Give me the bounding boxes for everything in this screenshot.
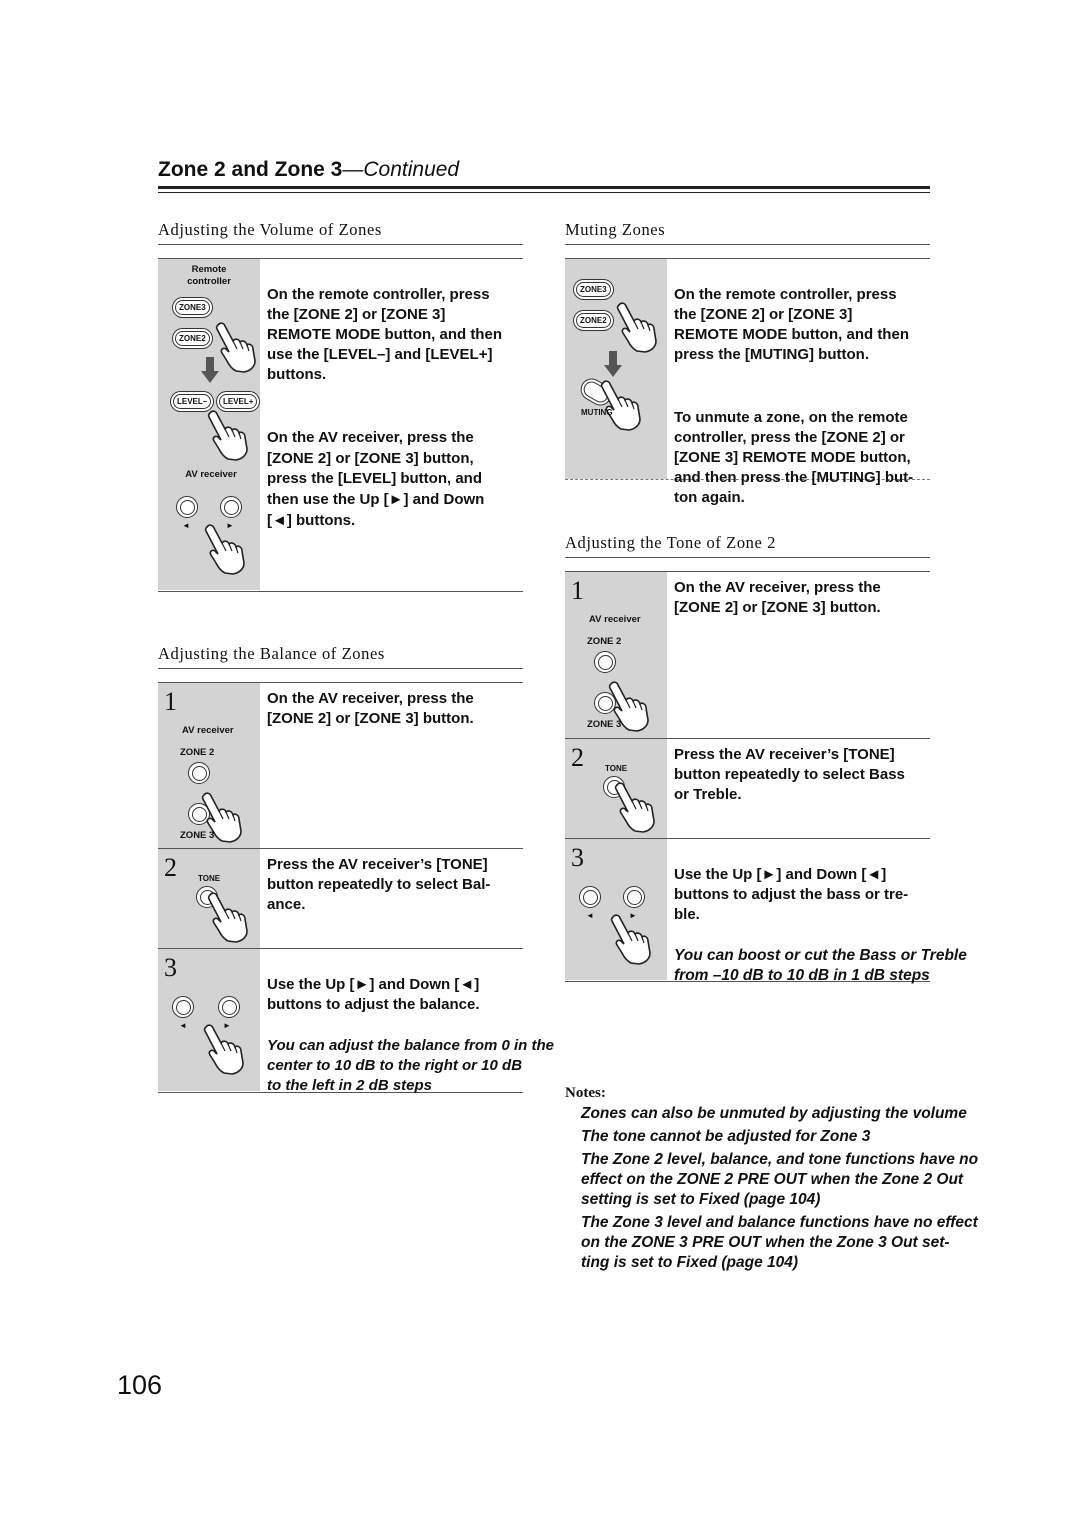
balance-step2-illustration: 2 TONE xyxy=(158,849,260,949)
level-minus-button-icon: LEVEL– xyxy=(173,394,212,409)
section-heading-muting: Muting Zones xyxy=(565,220,930,245)
balance-step-2: 2 TONE Press the AV receiver’s [TONE] bu… xyxy=(158,848,523,949)
up-knob-icon xyxy=(623,886,645,908)
tone-label: TONE xyxy=(198,874,221,883)
muting-illustration: ZONE3 ZONE2 MUTING xyxy=(565,259,667,479)
tone-label: TONE xyxy=(605,764,628,773)
muting-instructions: On the remote controller, press the [ZON… xyxy=(674,265,974,528)
volume-illustration: Remote controller ZONE3 ZONE2 LEVEL– LEV… xyxy=(158,259,260,590)
step-number: 1 xyxy=(571,576,584,605)
av-receiver-label: AV receiver xyxy=(589,614,641,625)
zone3-label: ZONE 3 xyxy=(180,830,215,841)
left-arrow-icon: ◄ xyxy=(179,1021,187,1030)
note-item: The Zone 3 level and balance functions h… xyxy=(581,1214,978,1271)
down-knob-icon xyxy=(176,496,198,518)
notes-heading: Notes: xyxy=(565,1085,606,1101)
tone-step2-illustration: 2 TONE xyxy=(565,739,667,839)
hand-press-icon xyxy=(609,913,651,965)
balance-step1-illustration: 1 AV receiver ZONE 2 ZONE 3 xyxy=(158,683,260,849)
hand-press-icon xyxy=(214,321,256,373)
tone-step1-illustration: 1 AV receiver ZONE 2 ZONE 3 xyxy=(565,572,667,739)
step-text: On the AV receiver, press the [ZONE 2] o… xyxy=(674,579,881,616)
page-title: Zone 2 and Zone 3—Continued xyxy=(158,158,459,182)
down-arrow-icon xyxy=(206,357,214,371)
hand-press-icon xyxy=(599,379,641,431)
title-continued: —Continued xyxy=(342,158,460,181)
tone-step-2: 2 TONE Press the AV receiver’s [TONE] bu… xyxy=(565,738,930,839)
step-text: Use the Up [►] and Down [◄] buttons to a… xyxy=(674,866,909,923)
page-number: 106 xyxy=(117,1370,163,1400)
down-knob-icon xyxy=(579,886,601,908)
balance-step3-illustration: 3 ◄ ► xyxy=(158,949,260,1091)
tone-step-3: 3 ◄ ► Use the Up [►] and Down [◄] button… xyxy=(565,838,967,984)
volume-receiver-text: On the AV receiver, press the [ZONE 2] o… xyxy=(267,429,485,529)
down-arrow-head xyxy=(604,365,622,377)
step-number: 1 xyxy=(164,687,177,716)
hand-press-icon xyxy=(206,409,248,461)
step-text: Use the Up [►] and Down [◄] buttons to a… xyxy=(267,976,480,1013)
step-number: 3 xyxy=(571,843,584,872)
step-text-block: Use the Up [►] and Down [◄] buttons to a… xyxy=(674,845,994,1006)
volume-box: Remote controller ZONE3 ZONE2 LEVEL– LEV… xyxy=(158,258,523,592)
left-arrow-icon: ◄ xyxy=(182,521,190,530)
section-heading-balance: Adjusting the Balance of Zones xyxy=(158,644,523,669)
balance-step-1: 1 AV receiver ZONE 2 ZONE 3 On the AV re… xyxy=(158,682,523,849)
notes: Notes: Zones can also be unmuted by adju… xyxy=(565,1085,1005,1276)
title-text: Zone 2 and Zone 3 xyxy=(158,158,343,181)
muting-box: ZONE3 ZONE2 MUTING On the remote control… xyxy=(565,258,930,506)
zone3-button-icon: ZONE3 xyxy=(576,282,611,297)
down-arrow-head xyxy=(201,371,219,383)
down-knob-icon xyxy=(172,996,194,1018)
step-text-block: Use the Up [►] and Down [◄] buttons to a… xyxy=(267,955,587,1116)
step-text: Press the AV receiver’s [TONE] button re… xyxy=(674,746,905,803)
note-item: Zones can also be unmuted by adjusting t… xyxy=(581,1105,967,1122)
muting-text: On the remote controller, press the [ZON… xyxy=(674,286,909,363)
hand-press-icon xyxy=(615,301,657,353)
volume-remote-text: On the remote controller, press the [ZON… xyxy=(267,286,502,383)
step-note: You can boost or cut the Bass or Treble … xyxy=(674,947,967,984)
section-heading-tone: Adjusting the Tone of Zone 2 xyxy=(565,533,930,558)
up-knob-icon xyxy=(218,996,240,1018)
zone2-knob-icon xyxy=(188,762,210,784)
zone2-knob-icon xyxy=(594,651,616,673)
zone2-label: ZONE 2 xyxy=(180,747,215,758)
hand-press-icon xyxy=(203,523,245,575)
title-rule-thick xyxy=(158,186,930,189)
zone2-button-icon: ZONE2 xyxy=(175,331,210,346)
left-arrow-icon: ◄ xyxy=(586,911,594,920)
step-number: 3 xyxy=(164,953,177,982)
step-note: You can adjust the balance from 0 in the… xyxy=(267,1037,554,1094)
volume-instructions: On the remote controller, press the [ZON… xyxy=(267,265,567,552)
hand-press-icon xyxy=(202,1023,244,1075)
zone3-button-icon: ZONE3 xyxy=(175,300,210,315)
step-number: 2 xyxy=(571,743,584,772)
balance-step-3: 3 ◄ ► Use the Up [►] and Down [◄] button… xyxy=(158,948,554,1094)
step-number: 2 xyxy=(164,853,177,882)
unmute-text: To unmute a zone, on the remote controll… xyxy=(674,409,914,506)
title-rule-thin xyxy=(158,192,930,193)
tone-step-1: 1 AV receiver ZONE 2 ZONE 3 On the AV re… xyxy=(565,571,930,739)
muting-label: MUTING xyxy=(581,408,613,417)
av-receiver-label: AV receiver xyxy=(182,725,234,736)
step-text: On the AV receiver, press the [ZONE 2] o… xyxy=(267,690,474,727)
zone3-label: ZONE 3 xyxy=(587,719,622,730)
zone2-button-icon: ZONE2 xyxy=(576,313,611,328)
section-heading-volume: Adjusting the Volume of Zones xyxy=(158,220,523,245)
note-item: The Zone 2 level, balance, and tone func… xyxy=(581,1151,979,1208)
down-arrow-icon xyxy=(609,351,617,365)
av-receiver-label: AV receiver xyxy=(185,469,237,480)
note-item: The tone cannot be adjusted for Zone 3 xyxy=(581,1128,871,1145)
step-text: Press the AV receiver’s [TONE] button re… xyxy=(267,856,491,913)
hand-press-icon xyxy=(613,781,655,833)
zone2-label: ZONE 2 xyxy=(587,636,622,647)
hand-press-icon xyxy=(206,891,248,943)
tone-step3-illustration: 3 ◄ ► xyxy=(565,839,667,980)
level-plus-button-icon: LEVEL+ xyxy=(219,394,258,409)
remote-label: Remote controller xyxy=(187,264,231,287)
up-knob-icon xyxy=(220,496,242,518)
